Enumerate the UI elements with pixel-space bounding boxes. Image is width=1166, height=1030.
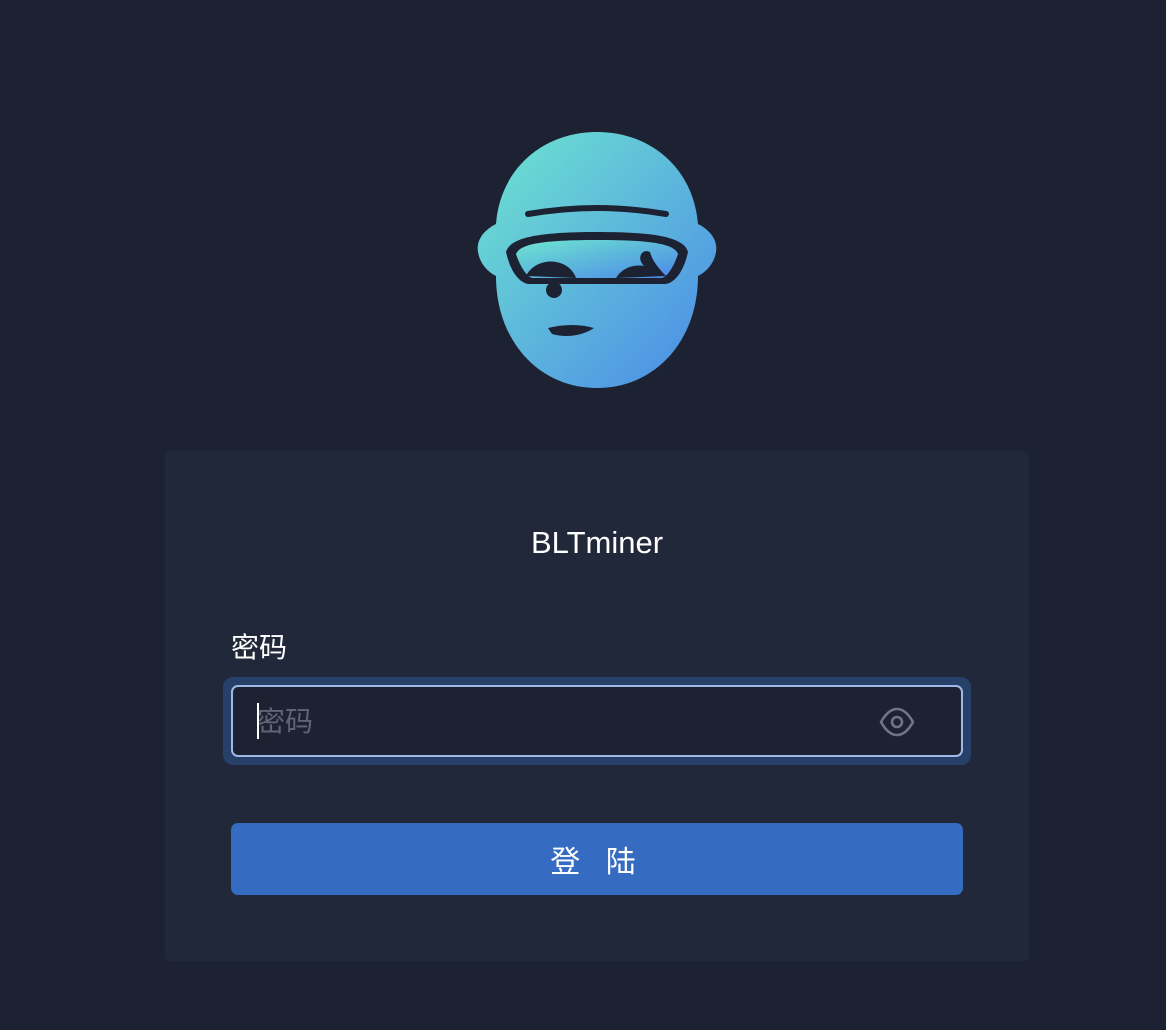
login-card: BLTminer 密码 登 陆 [165, 451, 1029, 961]
miner-mascot-logo-icon [477, 132, 717, 388]
eye-icon[interactable] [879, 704, 915, 740]
login-page: BLTminer 密码 登 陆 [0, 0, 1166, 1030]
login-button[interactable]: 登 陆 [231, 823, 963, 895]
password-field[interactable] [231, 685, 963, 757]
text-caret [257, 703, 259, 739]
password-input[interactable] [257, 687, 837, 755]
app-name: BLTminer [530, 525, 664, 560]
password-label: 密码 [231, 631, 288, 664]
